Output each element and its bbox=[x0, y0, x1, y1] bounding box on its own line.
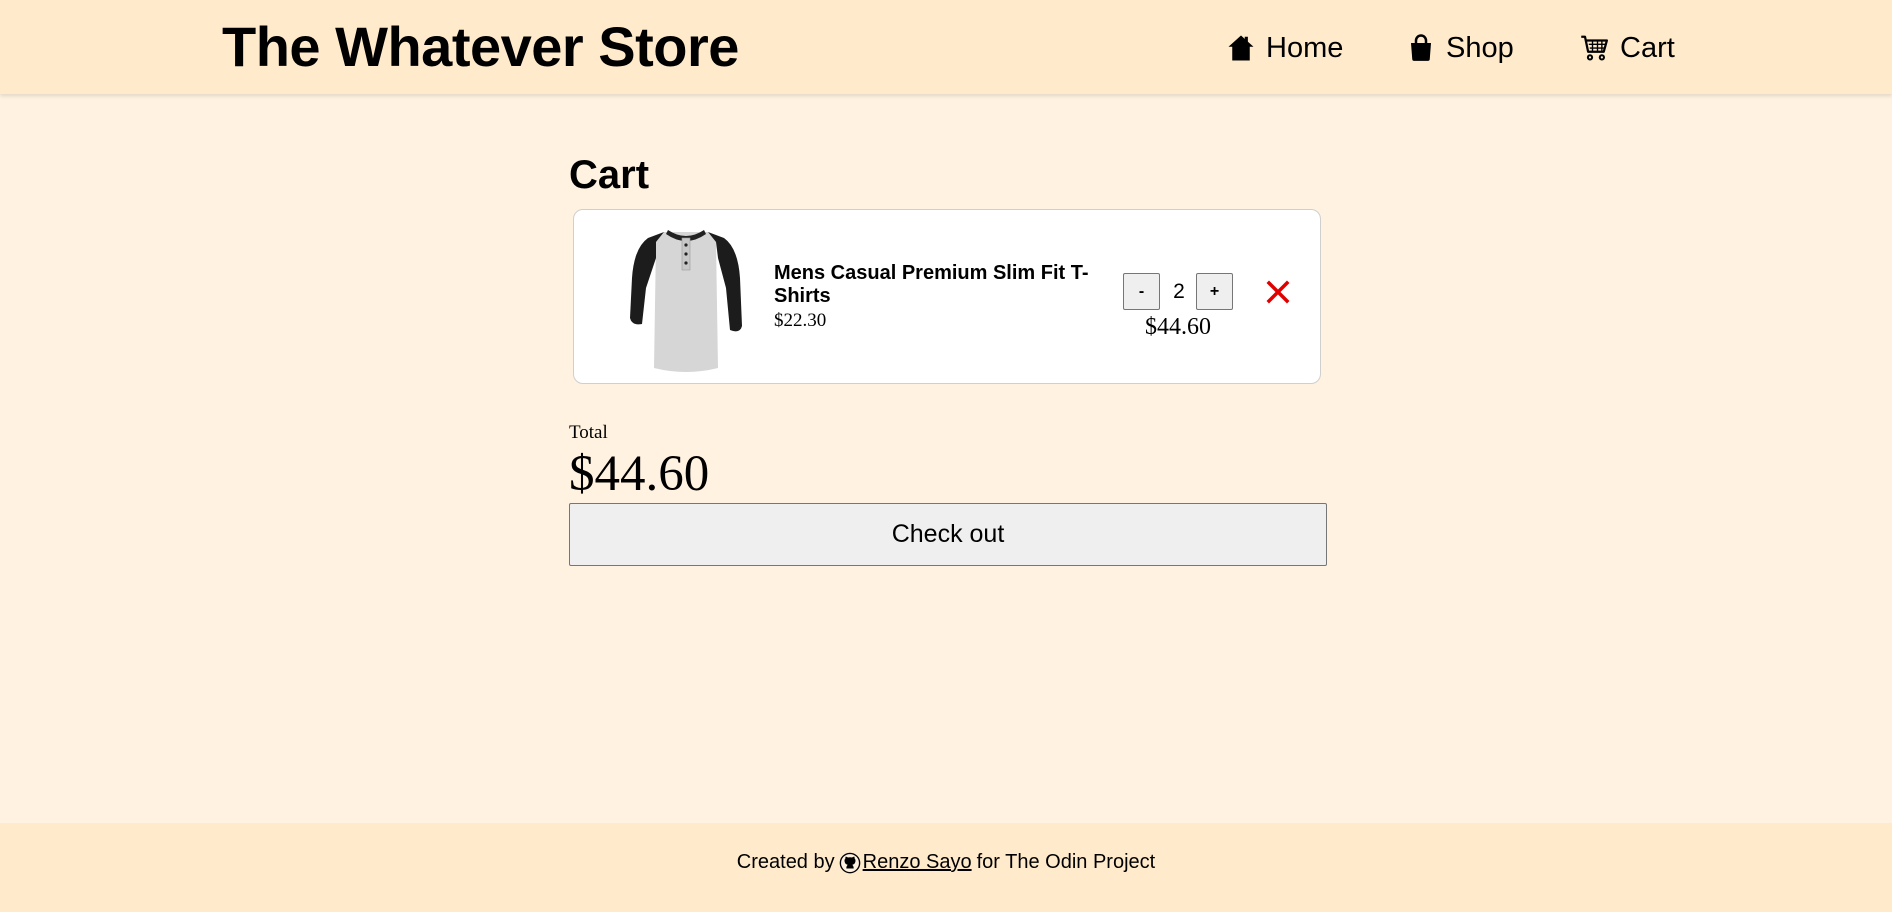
author-link[interactable]: Renzo Sayo bbox=[863, 851, 972, 874]
increase-quantity-button[interactable]: + bbox=[1196, 273, 1233, 310]
quantity-value: 2 bbox=[1173, 280, 1185, 303]
product-image bbox=[630, 230, 742, 372]
checkout-button[interactable]: Check out bbox=[569, 503, 1327, 566]
home-icon bbox=[1228, 35, 1254, 61]
cart-icon bbox=[1581, 35, 1608, 61]
site-header: The Whatever Store Home Shop Cart bbox=[0, 0, 1892, 94]
shopping-bag-icon bbox=[1411, 34, 1431, 61]
close-icon bbox=[1266, 280, 1290, 304]
footer-credit: Created by Renzo Sayo for The Odin Proje… bbox=[0, 851, 1892, 874]
nav-home-label: Home bbox=[1266, 31, 1344, 64]
nav-shop-label: Shop bbox=[1446, 31, 1514, 64]
footer-suffix: for The Odin Project bbox=[976, 851, 1156, 873]
total-label: Total bbox=[569, 422, 608, 443]
item-unit-price: $22.30 bbox=[774, 310, 827, 331]
github-icon bbox=[839, 852, 860, 873]
nav-cart[interactable]: Cart bbox=[1580, 28, 1675, 68]
item-subtotal: $44.60 bbox=[1145, 314, 1211, 340]
nav-cart-label: Cart bbox=[1620, 31, 1675, 64]
item-name: Mens Casual Premium Slim Fit T-Shirts bbox=[774, 262, 1089, 307]
remove-item-button[interactable] bbox=[1262, 276, 1294, 308]
store-title: The Whatever Store bbox=[222, 15, 739, 78]
site-footer: Created by Renzo Sayo for The Odin Proje… bbox=[0, 823, 1892, 912]
cart-heading: Cart bbox=[569, 153, 650, 197]
footer-prefix: Created by bbox=[736, 851, 835, 873]
cart-item: Mens Casual Premium Slim Fit T-Shirts $2… bbox=[573, 209, 1321, 384]
nav-home[interactable]: Home bbox=[1226, 28, 1343, 68]
nav-shop[interactable]: Shop bbox=[1406, 28, 1514, 68]
total-value: $44.60 bbox=[569, 446, 710, 502]
decrease-quantity-button[interactable]: - bbox=[1123, 273, 1160, 310]
